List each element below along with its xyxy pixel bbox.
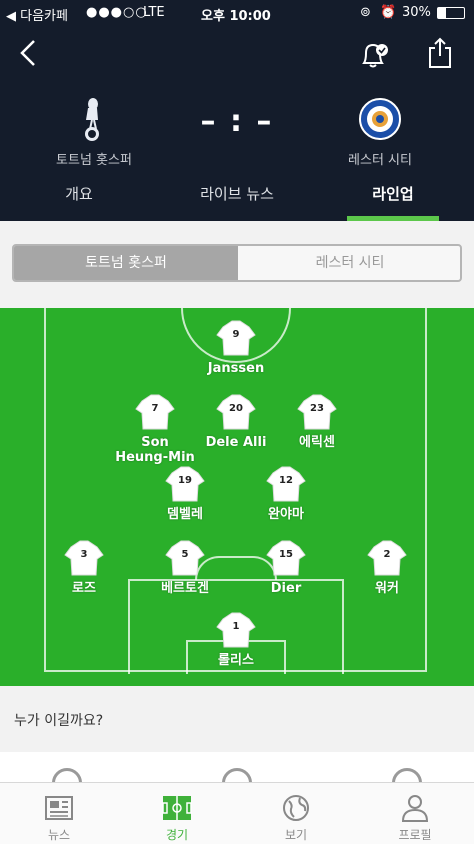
jersey-number: 1: [233, 621, 240, 632]
player-card[interactable]: 1 롤리스: [181, 610, 291, 668]
player-card[interactable]: 19 뎀벨레: [130, 464, 240, 522]
player-name: 뎀벨레: [167, 507, 203, 522]
player-name: 롤리스: [218, 653, 254, 668]
jersey-number: 7: [152, 403, 159, 414]
jersey-icon: 15: [266, 540, 306, 576]
jersey-number: 5: [182, 549, 189, 560]
toggle-away-team[interactable]: 레스터 시티: [238, 246, 460, 280]
prediction-panel: [0, 752, 474, 782]
jersey-number: 3: [81, 549, 88, 560]
jersey-icon: 23: [297, 394, 337, 430]
back-arrow-icon[interactable]: [16, 38, 40, 68]
player-name: 워커: [375, 581, 399, 596]
person-icon: [401, 795, 429, 822]
back-to-app-indicator[interactable]: ◀ 다음카페: [6, 5, 68, 24]
jersey-number: 23: [310, 403, 324, 414]
player-name: Janssen: [207, 361, 265, 376]
jersey-icon: 19: [165, 466, 205, 502]
player-name: 완야마: [268, 507, 304, 522]
jersey-number: 12: [279, 475, 293, 486]
player-card[interactable]: 5 베르토겐: [130, 538, 240, 596]
jersey-number: 19: [178, 475, 192, 486]
nav-match[interactable]: 경기: [118, 783, 236, 844]
predict-away-option[interactable]: [392, 768, 422, 782]
tab-live-news[interactable]: 라이브 뉴스: [172, 183, 302, 204]
network-label: LTE: [143, 5, 165, 20]
nav-news-label: 뉴스: [47, 828, 71, 842]
player-card[interactable]: 9 Janssen: [181, 318, 291, 376]
prediction-title: 누가 이길까요?: [14, 713, 104, 729]
carrier-label: 다음카페: [20, 9, 68, 24]
jersey-number: 15: [279, 549, 293, 560]
predict-draw-option[interactable]: [222, 768, 252, 782]
jersey-icon: 9: [216, 320, 256, 356]
jersey-icon: 12: [266, 466, 306, 502]
rotation-lock-icon: ⊚: [360, 5, 371, 20]
jersey-number: 2: [384, 549, 391, 560]
nav-browse[interactable]: 보기: [237, 783, 355, 844]
player-card[interactable]: 15 Dier: [231, 538, 341, 596]
active-tab-indicator: [347, 216, 439, 221]
player-name: 에릭센: [299, 435, 335, 450]
share-icon[interactable]: [427, 36, 453, 70]
jersey-icon: 2: [367, 540, 407, 576]
player-card[interactable]: 2 워커: [332, 538, 442, 596]
lineup-pitch: 9 Janssen 7 Son Heung-Min 20 Dele Alli 23 에릭…: [0, 308, 474, 686]
jersey-icon: 1: [216, 612, 256, 648]
tottenham-crest-icon: [85, 98, 99, 141]
home-team-name: 토트넘 홋스퍼: [56, 153, 132, 168]
alarm-icon: ⏰: [380, 5, 397, 20]
newspaper-icon: [45, 796, 73, 820]
player-name: Dier: [270, 581, 302, 596]
player-card[interactable]: 12 완야마: [231, 464, 341, 522]
match-score: – : –: [200, 104, 274, 139]
predict-home-option[interactable]: [52, 768, 82, 782]
jersey-icon: 5: [165, 540, 205, 576]
notification-bell-icon[interactable]: [358, 40, 390, 70]
nav-profile[interactable]: 프로필: [356, 783, 474, 844]
match-header: 토트넘 홋스퍼 – : – 레스터 시티 개요 라이브 뉴스 라인업: [0, 26, 474, 221]
team-toggle: 토트넘 홋스퍼 레스터 시티: [12, 244, 462, 282]
toggle-home-team[interactable]: 토트넘 홋스퍼: [14, 246, 238, 280]
nav-match-label: 경기: [165, 828, 189, 842]
signal-icon: ●●●○○: [86, 5, 148, 20]
player-card[interactable]: 23 에릭센: [262, 392, 372, 450]
tab-overview[interactable]: 개요: [14, 183, 144, 204]
tab-lineup[interactable]: 라인업: [328, 183, 458, 204]
clock: 오후 10:00: [201, 9, 271, 24]
jersey-number: 20: [229, 403, 243, 414]
battery-icon: [437, 7, 465, 19]
jersey-icon: 7: [135, 394, 175, 430]
jersey-number: 9: [233, 329, 240, 340]
bottom-tab-bar: 뉴스 경기 보기 프로필: [0, 782, 474, 844]
jersey-icon: 20: [216, 394, 256, 430]
status-bar: ◀ 다음카페 ●●●○○ LTE 오후 10:00 ⊚ ⏰ 30%: [0, 0, 474, 26]
away-team-name: 레스터 시티: [348, 153, 412, 168]
nav-profile-label: 프로필: [398, 828, 432, 842]
leicester-crest-icon: [359, 98, 401, 140]
globe-icon: [283, 795, 309, 821]
jersey-icon: 3: [64, 540, 104, 576]
nav-browse-label: 보기: [284, 828, 308, 842]
player-card[interactable]: 3 로즈: [29, 538, 139, 596]
nav-news[interactable]: 뉴스: [0, 783, 118, 844]
battery-label: 30%: [402, 5, 431, 20]
pitch-icon: [162, 796, 192, 820]
player-name: 로즈: [72, 581, 96, 596]
player-name: 베르토겐: [161, 581, 209, 596]
